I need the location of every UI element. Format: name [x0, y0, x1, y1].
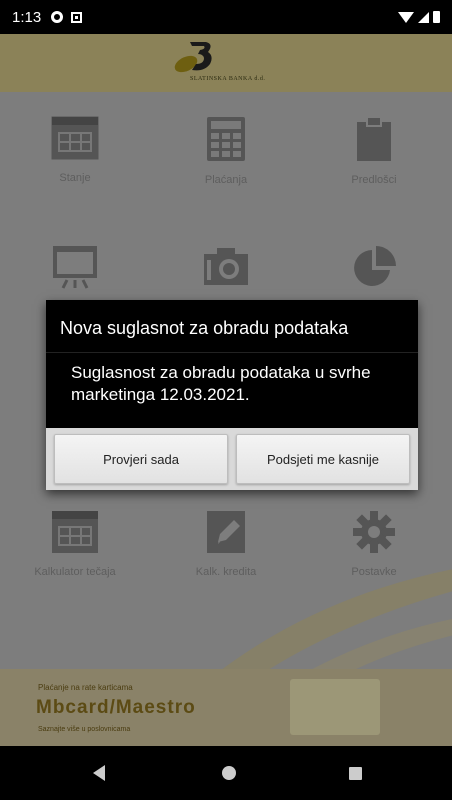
check-now-button[interactable]: Provjeri sada: [54, 434, 228, 484]
pie-chart-icon: [354, 246, 396, 286]
settings-notification-icon: [51, 11, 64, 23]
calendar-icon: [51, 116, 99, 160]
card-image: [290, 679, 380, 735]
logo-text: SLATINSKA BANKA d.d.: [190, 76, 266, 82]
dialog-message: Suglasnost za obradu podataka u svrhe ma…: [71, 363, 371, 404]
camera-icon: [204, 248, 248, 285]
consent-dialog: Nova suglasnot za obradu podataka Suglas…: [46, 300, 418, 490]
menu-item-predlosci[interactable]: Predlošci: [304, 116, 444, 186]
signal-icon: [418, 11, 429, 23]
clipboard-icon: [357, 116, 391, 161]
status-bar: 1:13: [0, 0, 452, 34]
recent-apps-icon[interactable]: [349, 767, 362, 780]
status-time: 1:13: [12, 8, 42, 26]
menu-label: Stanje: [59, 172, 91, 184]
banner-title: Mbcard/Maestro: [36, 697, 196, 718]
banner-line-1: Plaćanje na rate karticama: [38, 683, 133, 692]
calendar-icon: [52, 511, 98, 553]
dialog-divider: [46, 352, 418, 353]
banner-line-3: Saznajte više u poslovnicama: [38, 726, 131, 733]
edit-icon: [207, 511, 245, 553]
dialog-title: Nova suglasnot za obradu podataka: [60, 318, 349, 338]
home-icon[interactable]: [222, 766, 236, 780]
notification-icon: [71, 11, 83, 23]
wifi-icon: [398, 11, 414, 23]
bank-logo: SLATINSKA BANKA d.d.: [160, 38, 320, 88]
battery-icon: [433, 11, 440, 23]
menu-item-chart[interactable]: [304, 246, 444, 290]
promo-banner[interactable]: Plaćanje na rate karticama Mbcard/Maestr…: [0, 669, 452, 746]
brand-header: SLATINSKA BANKA d.d.: [0, 34, 452, 92]
menu-item-kalkulator-tecaja[interactable]: Kalkulator tečaja: [5, 510, 145, 578]
navigation-bar: [0, 746, 452, 800]
menu-item-camera[interactable]: [156, 246, 296, 286]
menu-item-presentation[interactable]: [5, 246, 145, 290]
menu-label: Kalkulator tečaja: [34, 566, 116, 578]
remind-later-button[interactable]: Podsjeti me kasnije: [236, 434, 410, 484]
calculator-icon: [207, 117, 245, 161]
gear-icon: [353, 511, 395, 553]
menu-label: Plaćanja: [204, 174, 248, 186]
presentation-icon: [53, 246, 97, 289]
menu-label: Predlošci: [351, 174, 397, 186]
dialog-button-bar: Provjeri sada Podsjeti me kasnije: [46, 428, 418, 490]
menu-item-placanja[interactable]: Plaćanja: [156, 116, 296, 186]
back-icon[interactable]: [93, 765, 105, 781]
menu-item-stanje[interactable]: Stanje: [5, 116, 145, 184]
logo-mark-icon: [174, 42, 212, 73]
